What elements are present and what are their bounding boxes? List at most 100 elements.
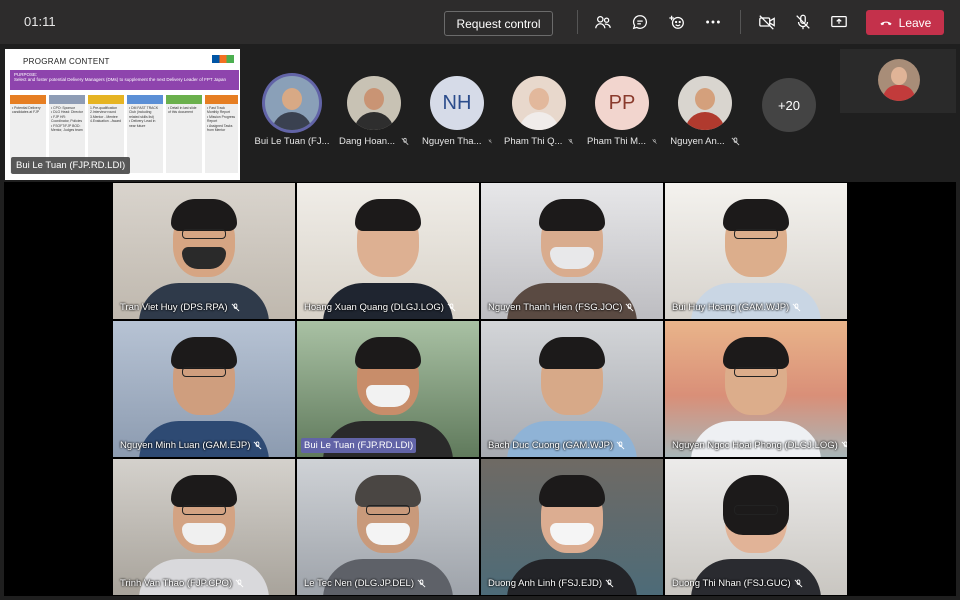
self-view bbox=[840, 49, 956, 113]
tile-name-tag: Duong Thi Nhan (FSJ.GUC) bbox=[669, 576, 806, 591]
slide-column-head bbox=[10, 95, 46, 104]
more-participants-button[interactable]: +20 bbox=[762, 78, 816, 132]
tile-name: Bach Duc Cuong (GAM.WJP) bbox=[488, 440, 614, 451]
tile-name: Duong Thi Nhan (FSJ.GUC) bbox=[672, 578, 791, 589]
tile-name-tag: Nguyen Ngoc Hoai Phong (DLGJ.LOG) bbox=[669, 438, 847, 453]
tile-name-tag: Duong Anh Linh (FSJ.EJD) bbox=[485, 576, 617, 591]
participant-name: Bui Le Tuan (FJ... bbox=[254, 136, 330, 147]
microphone-off-icon bbox=[447, 303, 456, 312]
video-tile[interactable]: Duong Anh Linh (FSJ.EJD) bbox=[481, 459, 663, 595]
avatar-face bbox=[282, 88, 302, 110]
reactions-icon[interactable] bbox=[667, 12, 687, 32]
avatar-face bbox=[695, 88, 715, 110]
slide-column-head bbox=[205, 95, 238, 104]
slide-column-body: • Potential Delivery candidates at FJP bbox=[12, 106, 41, 115]
microphone-off-icon bbox=[794, 579, 803, 588]
microphone-off-icon bbox=[568, 138, 574, 144]
tile-name: Nguyen Ngoc Hoai Phong (DLGJ.LOG) bbox=[672, 440, 838, 451]
more-options-icon[interactable] bbox=[703, 12, 723, 32]
tile-name: Trinh Van Thao (FJP.CPO) bbox=[120, 578, 233, 589]
tile-name-tag: Nguyen Thanh Hien (FSG.JOC) bbox=[485, 300, 637, 315]
slide-column: • Fast Track Monthly Report • Mission Pr… bbox=[205, 95, 238, 173]
microphone-off-icon bbox=[841, 441, 847, 448]
tile-name-tag: Bui Le Tuan (FJP.RD.LDI) bbox=[301, 438, 417, 453]
participant-avatar[interactable]: Bui Le Tuan (FJ... bbox=[254, 76, 330, 147]
participant-avatar[interactable]: Pham Thi Q... bbox=[504, 76, 574, 147]
video-tile[interactable]: Nguyen Ngoc Hoai Phong (DLGJ.LOG) bbox=[665, 321, 847, 457]
slide-column: • Detail in last slide of this document bbox=[166, 95, 202, 173]
microphone-off-icon bbox=[652, 139, 657, 144]
slide-column-body: • DM FAST TRACK Club (including related … bbox=[129, 106, 159, 128]
video-tile[interactable]: Bach Duc Cuong (GAM.WJP) bbox=[481, 321, 663, 457]
microphone-off-icon[interactable] bbox=[793, 12, 813, 32]
tile-name-tag: Hoang Xuan Quang (DLGJ.LOG) bbox=[301, 300, 459, 315]
leave-label: Leave bbox=[898, 15, 932, 30]
avatar: NH bbox=[430, 76, 484, 130]
microphone-off-icon bbox=[731, 137, 740, 146]
avatar-body bbox=[685, 112, 725, 130]
microphone-off-icon bbox=[616, 441, 625, 450]
self-avatar bbox=[878, 59, 920, 101]
shared-slide-purpose: PURPOSE: Select and foster potential Del… bbox=[10, 70, 239, 90]
leave-button[interactable]: Leave bbox=[866, 10, 944, 35]
video-tile[interactable]: Trinh Van Thao (FJP.CPO) bbox=[113, 459, 295, 595]
participant-name: Nguyen An... bbox=[670, 136, 725, 147]
microphone-off-icon bbox=[792, 303, 801, 312]
slide-column-body: 1.Pre-qualification 2.Interview round 3.… bbox=[90, 106, 122, 124]
video-tile[interactable]: Bui Huy Hoang (GAM.WJP) bbox=[665, 183, 847, 319]
video-tile[interactable]: Nguyen Minh Luan (GAM.EJP) bbox=[113, 321, 295, 457]
tile-name: Bui Huy Hoang (GAM.WJP) bbox=[672, 302, 790, 313]
tile-name-tag: Tran Viet Huy (DPS.RPA) bbox=[117, 300, 243, 315]
video-tile[interactable]: Duong Thi Nhan (FSJ.GUC) bbox=[665, 459, 847, 595]
tile-name: Duong Anh Linh (FSJ.EJD) bbox=[488, 578, 603, 589]
toolbar-divider bbox=[577, 10, 578, 34]
avatar-face bbox=[364, 88, 384, 110]
avatar bbox=[512, 76, 566, 130]
participant-name: Pham Thi M... bbox=[587, 136, 646, 147]
tile-name-tag: Bach Duc Cuong (GAM.WJP) bbox=[485, 438, 628, 453]
tile-name-tag: Bui Huy Hoang (GAM.WJP) bbox=[669, 300, 804, 315]
participant-avatar[interactable]: PP Pham Thi M... bbox=[587, 76, 657, 147]
video-grid: Tran Viet Huy (DPS.RPA) Hoang Xuan Quang… bbox=[113, 183, 847, 596]
hang-up-icon bbox=[880, 21, 892, 25]
participant-avatar[interactable]: Dang Hoan... bbox=[339, 76, 409, 147]
participant-avatar[interactable]: NH Nguyen Tha... bbox=[422, 76, 492, 147]
video-tile[interactable]: Tran Viet Huy (DPS.RPA) bbox=[113, 183, 295, 319]
call-toolbar: 01:11 Request control Leave bbox=[0, 0, 960, 44]
avatar bbox=[265, 76, 319, 130]
slide-column-head bbox=[127, 95, 163, 104]
slide-column-body: • Detail in last slide of this document bbox=[168, 106, 197, 115]
avatar bbox=[347, 76, 401, 130]
participant-name: Pham Thi Q... bbox=[504, 136, 563, 147]
slide-column-body: • Fast Track Monthly Report • Mission Pr… bbox=[207, 106, 236, 133]
slide-column-body: • CPO: Sponsor • DLG Head: Director • FJ… bbox=[51, 106, 83, 133]
microphone-off-icon bbox=[626, 303, 634, 312]
microphone-off-icon bbox=[235, 579, 244, 588]
slide-column-head bbox=[49, 95, 85, 104]
chat-icon[interactable] bbox=[630, 12, 650, 32]
tile-name-tag: Nguyen Minh Luan (GAM.EJP) bbox=[117, 438, 265, 453]
company-logo-icon bbox=[212, 55, 234, 63]
video-tile[interactable]: Nguyen Thanh Hien (FSG.JOC) bbox=[481, 183, 663, 319]
video-tile[interactable]: Bui Le Tuan (FJP.RD.LDI) bbox=[297, 321, 479, 457]
participant-name: Nguyen Tha... bbox=[422, 136, 482, 147]
participant-avatar[interactable]: Nguyen An... bbox=[670, 76, 740, 147]
avatar: PP bbox=[595, 76, 649, 130]
microphone-off-icon bbox=[231, 303, 239, 312]
share-screen-icon[interactable] bbox=[829, 12, 849, 32]
video-tile[interactable]: Le Tec Nen (DLG.JP.DEL) bbox=[297, 459, 479, 595]
shared-screen-thumbnail[interactable]: PROGRAM CONTENT PURPOSE: Select and fost… bbox=[5, 49, 240, 180]
slide-column-head bbox=[166, 95, 202, 104]
slide-column: • DM FAST TRACK Club (including related … bbox=[127, 95, 163, 173]
video-tile[interactable]: Hoang Xuan Quang (DLGJ.LOG) bbox=[297, 183, 479, 319]
tile-name: Nguyen Minh Luan (GAM.EJP) bbox=[120, 440, 251, 451]
avatar-face bbox=[529, 88, 549, 110]
slide-column-head bbox=[88, 95, 124, 104]
microphone-off-icon bbox=[417, 579, 426, 588]
avatar-body bbox=[519, 112, 559, 130]
people-icon[interactable] bbox=[593, 12, 613, 32]
request-control-button[interactable]: Request control bbox=[444, 11, 553, 36]
avatar bbox=[678, 76, 732, 130]
tile-name: Le Tec Nen (DLG.JP.DEL) bbox=[304, 578, 415, 589]
camera-off-icon[interactable] bbox=[757, 12, 777, 32]
